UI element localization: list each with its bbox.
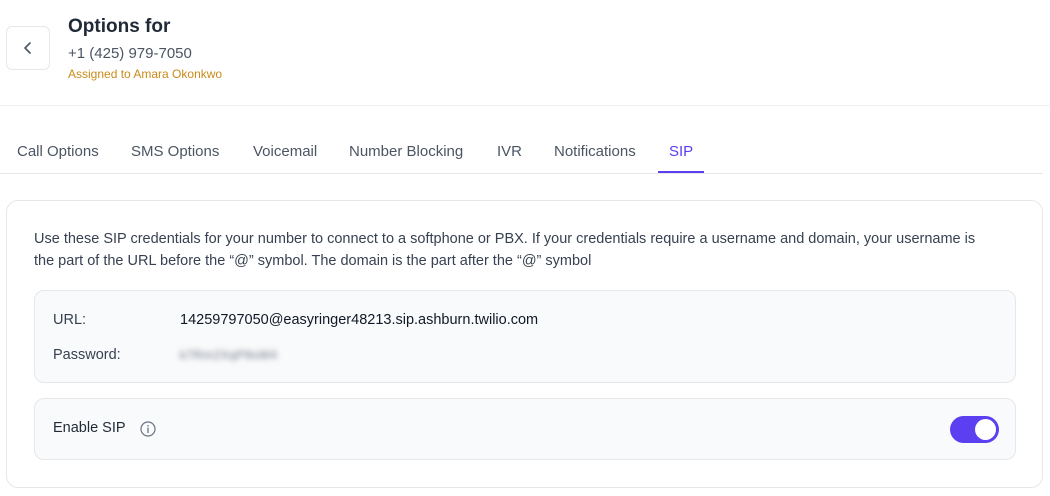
enable-sip-row: Enable SIP xyxy=(34,398,1016,460)
enable-sip-toggle[interactable] xyxy=(950,416,999,443)
info-icon[interactable] xyxy=(140,421,156,437)
tab-notifications[interactable]: Notifications xyxy=(554,132,636,173)
tab-call-options[interactable]: Call Options xyxy=(17,132,99,173)
back-button[interactable] xyxy=(6,26,50,70)
tab-sip[interactable]: SIP xyxy=(669,132,693,173)
enable-sip-label: Enable SIP xyxy=(53,420,126,436)
url-label: URL: xyxy=(53,312,87,328)
sip-description: Use these SIP credentials for your numbe… xyxy=(34,231,976,269)
chevron-left-icon xyxy=(24,42,31,54)
header-divider xyxy=(0,105,1050,106)
password-value[interactable]: k7Rm2XqP9sW4 xyxy=(180,348,277,362)
url-value[interactable]: 14259797050@easyringer48213.sip.ashburn.… xyxy=(180,312,538,328)
toggle-knob xyxy=(975,419,996,440)
active-tab-indicator xyxy=(658,171,704,173)
tab-ivr[interactable]: IVR xyxy=(497,132,522,173)
tab-sms-options[interactable]: SMS Options xyxy=(131,132,219,173)
credentials-box: URL: 14259797050@easyringer48213.sip.ash… xyxy=(34,290,1016,383)
sip-card: Use these SIP credentials for your numbe… xyxy=(6,200,1043,488)
password-label: Password: xyxy=(53,347,121,363)
tab-number-blocking[interactable]: Number Blocking xyxy=(349,132,463,173)
assigned-to: Assigned to Amara Okonkwo xyxy=(68,67,223,81)
options-tabs: Call Options SMS Options Voicemail Numbe… xyxy=(0,132,1043,174)
page-title: Options for xyxy=(68,16,171,37)
phone-number: +1 (425) 979-7050 xyxy=(68,45,192,62)
tab-voicemail[interactable]: Voicemail xyxy=(253,132,317,173)
